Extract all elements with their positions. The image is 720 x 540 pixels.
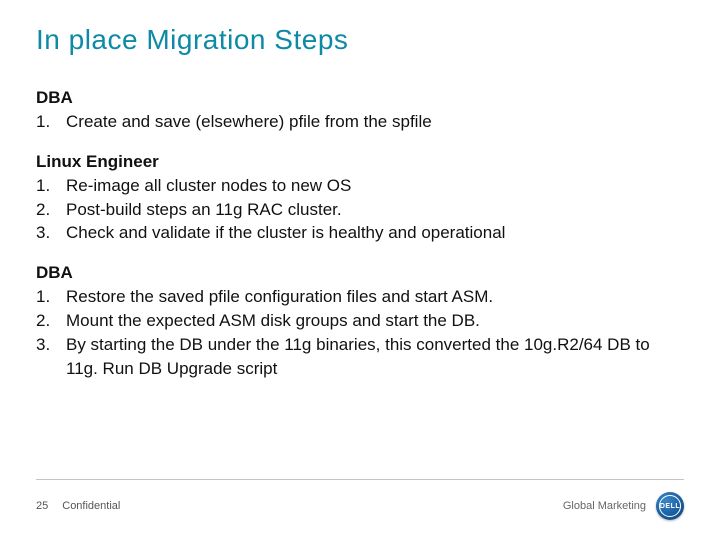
- step-list: 1. Create and save (elsewhere) pfile fro…: [36, 110, 684, 134]
- page-number: 25: [36, 500, 48, 512]
- list-text: Mount the expected ASM disk groups and s…: [66, 309, 684, 333]
- footer-right: Global Marketing DELL: [563, 492, 684, 520]
- section-heading: Linux Engineer: [36, 152, 684, 172]
- list-item: 1. Create and save (elsewhere) pfile fro…: [36, 110, 684, 134]
- footer-row: 25 Confidential Global Marketing DELL: [36, 492, 684, 520]
- list-item: 1. Re-image all cluster nodes to new OS: [36, 174, 684, 198]
- list-item: 1. Restore the saved pfile configuration…: [36, 285, 684, 309]
- section-heading: DBA: [36, 88, 684, 108]
- list-item: 3. Check and validate if the cluster is …: [36, 221, 684, 245]
- slide: In place Migration Steps DBA 1. Create a…: [0, 0, 720, 540]
- list-item: 2. Post-build steps an 11g RAC cluster.: [36, 198, 684, 222]
- section-dba-2: DBA 1. Restore the saved pfile configura…: [36, 263, 684, 380]
- list-number: 3.: [36, 333, 66, 381]
- step-list: 1. Re-image all cluster nodes to new OS …: [36, 174, 684, 245]
- list-text: Post-build steps an 11g RAC cluster.: [66, 198, 684, 222]
- list-number: 3.: [36, 221, 66, 245]
- list-text: Restore the saved pfile configuration fi…: [66, 285, 684, 309]
- list-item: 3. By starting the DB under the 11g bina…: [36, 333, 684, 381]
- section-linux-engineer: Linux Engineer 1. Re-image all cluster n…: [36, 152, 684, 245]
- list-number: 1.: [36, 110, 66, 134]
- footer-divider: [36, 479, 684, 480]
- list-number: 2.: [36, 309, 66, 333]
- slide-footer: 25 Confidential Global Marketing DELL: [36, 479, 684, 520]
- list-text: Create and save (elsewhere) pfile from t…: [66, 110, 684, 134]
- section-heading: DBA: [36, 263, 684, 283]
- step-list: 1. Restore the saved pfile configuration…: [36, 285, 684, 380]
- footer-left: 25 Confidential: [36, 500, 120, 512]
- section-dba-1: DBA 1. Create and save (elsewhere) pfile…: [36, 88, 684, 134]
- list-number: 1.: [36, 174, 66, 198]
- list-text: Check and validate if the cluster is hea…: [66, 221, 684, 245]
- confidential-label: Confidential: [62, 500, 120, 512]
- list-text: By starting the DB under the 11g binarie…: [66, 333, 684, 381]
- slide-title: In place Migration Steps: [36, 24, 684, 56]
- list-number: 1.: [36, 285, 66, 309]
- list-item: 2. Mount the expected ASM disk groups an…: [36, 309, 684, 333]
- dell-logo-text: DELL: [659, 495, 681, 517]
- dell-logo-icon: DELL: [656, 492, 684, 520]
- list-text: Re-image all cluster nodes to new OS: [66, 174, 684, 198]
- global-marketing-label: Global Marketing: [563, 500, 646, 512]
- list-number: 2.: [36, 198, 66, 222]
